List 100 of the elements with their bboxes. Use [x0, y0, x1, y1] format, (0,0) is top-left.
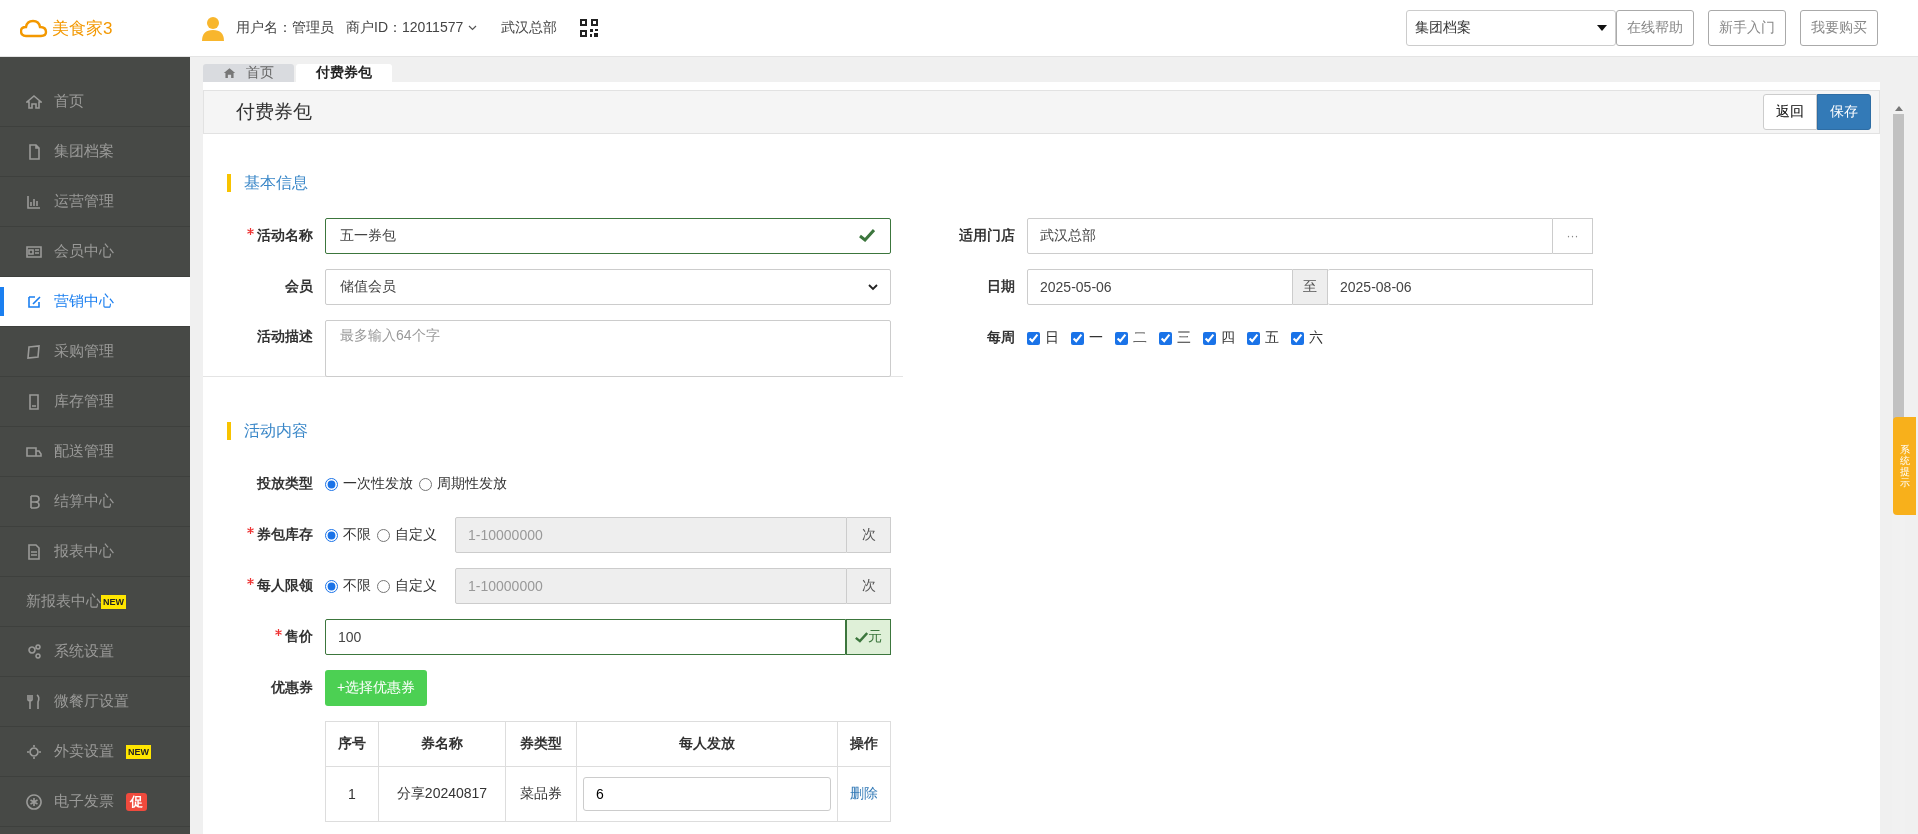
sidebar-item[interactable]: 系统设置 — [0, 627, 190, 677]
radio-label: 一次性发放 — [343, 475, 413, 493]
sidebar-label: 采购管理 — [54, 342, 114, 361]
header-button[interactable]: 在线帮助 — [1616, 10, 1694, 46]
section-heading: 基本信息 — [227, 174, 1880, 192]
table-cell: 1 — [325, 766, 379, 822]
tab[interactable]: 首页 — [203, 64, 294, 82]
sidebar-item[interactable]: 报表中心 — [0, 527, 190, 577]
sidebar-label: 新报表中心 — [26, 592, 101, 611]
select-coupon-button[interactable]: +选择优惠券 — [325, 670, 428, 706]
column-header: 券名称 — [378, 721, 506, 767]
section-heading: 活动内容 — [227, 422, 1880, 440]
sidebar-item[interactable]: 首页 — [0, 77, 190, 127]
end-date-input[interactable]: 2025-08-06 — [1328, 269, 1593, 305]
field-label: 售价 — [285, 628, 313, 646]
weekday-checkbox[interactable] — [1203, 331, 1216, 345]
document-icon — [26, 543, 42, 560]
sidebar-item[interactable]: 集团档案 — [0, 127, 190, 177]
table-cell: 分享20240817 — [378, 766, 506, 822]
weekday-label: 二 — [1133, 329, 1147, 347]
sidebar-item[interactable]: 外卖设置 NEW — [0, 727, 190, 777]
weekday-checkbox[interactable] — [1027, 331, 1040, 345]
chevron-down-icon — [868, 283, 878, 291]
weekday-label: 六 — [1309, 329, 1323, 347]
caret-down-icon — [1597, 25, 1607, 31]
unit-label: 次 — [847, 517, 891, 553]
column-header: 序号 — [325, 721, 379, 767]
merchant-id-dropdown[interactable]: 商户ID：12011577 — [346, 19, 478, 37]
archive-select[interactable]: 集团档案 — [1406, 10, 1616, 46]
weekday-label: 三 — [1177, 329, 1191, 347]
column-header: 每人发放 — [576, 721, 838, 767]
more-button[interactable]: ··· — [1553, 218, 1593, 254]
field-label: 日期 — [986, 278, 1015, 296]
name-input[interactable]: 五一券包 — [325, 218, 891, 254]
weekday-checkbox[interactable] — [1071, 331, 1084, 345]
save-button[interactable]: 保存 — [1817, 94, 1871, 130]
field-label: 每周 — [986, 329, 1015, 347]
edit-icon — [26, 293, 42, 310]
header-button[interactable]: 我要购买 — [1800, 10, 1878, 46]
scroll-up-arrow-icon[interactable] — [1894, 106, 1903, 111]
sidebar-item[interactable]: 电子发票 促 — [0, 777, 190, 827]
sidebar-item[interactable]: 运营管理 — [0, 177, 190, 227]
sidebar-label: 库存管理 — [54, 392, 114, 411]
store-input[interactable]: 武汉总部 — [1027, 218, 1553, 254]
sidebar-item[interactable]: 采购管理 — [0, 327, 190, 377]
radio-label: 自定义 — [395, 526, 437, 544]
weekday-label: 四 — [1221, 329, 1235, 347]
sidebar-label: 电子发票 — [54, 792, 114, 811]
weekday-label: 一 — [1089, 329, 1103, 347]
weekday-checkbox[interactable] — [1291, 331, 1304, 345]
id-card-icon — [26, 243, 42, 260]
start-date-input[interactable]: 2025-05-06 — [1027, 269, 1293, 305]
field-label: 每人限领 — [257, 577, 313, 595]
radio-button[interactable] — [325, 477, 338, 491]
tab[interactable]: 付费券包 — [296, 64, 392, 82]
sidebar-item[interactable]: 营销中心 — [0, 277, 190, 327]
sidebar-label: 营销中心 — [54, 292, 114, 311]
field-label: 活动描述 — [256, 327, 313, 346]
quantity-input[interactable]: 6 — [583, 777, 831, 811]
header-button[interactable]: 新手入门 — [1708, 10, 1786, 46]
qr-code-icon[interactable] — [579, 18, 600, 38]
badge: NEW — [101, 594, 126, 609]
user-avatar-icon — [200, 15, 226, 41]
delete-link[interactable]: 删除 — [850, 785, 878, 801]
sidebar-item[interactable]: 微餐厅设置 — [0, 677, 190, 727]
document-icon — [26, 143, 42, 160]
member-select[interactable]: 储值会员 — [325, 269, 891, 305]
badge: NEW — [126, 744, 151, 759]
chevron-down-icon — [468, 25, 478, 31]
field-label: 适用门店 — [958, 227, 1015, 245]
sidebar-item[interactable]: 新报表中心 NEW — [0, 577, 190, 627]
sidebar-item[interactable]: 配送管理 — [0, 427, 190, 477]
cloud-logo-icon — [20, 18, 48, 38]
sidebar-label: 报表中心 — [54, 542, 114, 561]
weekday-checkbox[interactable] — [1159, 331, 1172, 345]
sidebar-item[interactable]: 库存管理 — [0, 377, 190, 427]
field-label: 会员 — [284, 278, 313, 296]
user-name: 用户名：管理员 — [236, 19, 334, 37]
table-cell: 菜品券 — [505, 766, 577, 822]
weekday-label: 五 — [1265, 329, 1279, 347]
radio-label: 不限 — [343, 526, 371, 544]
radio-label: 周期性发放 — [437, 475, 507, 493]
price-input[interactable]: 100 — [325, 619, 846, 655]
field-label: 优惠券 — [270, 679, 313, 697]
column-header: 操作 — [837, 721, 891, 767]
unit-addon: 元 — [846, 619, 891, 655]
back-button[interactable]: 返回 — [1763, 94, 1817, 130]
home-icon — [223, 67, 236, 79]
radio-button[interactable] — [419, 477, 432, 491]
page-title: 付费券包 — [236, 100, 312, 124]
sidebar-label: 结算中心 — [54, 492, 114, 511]
sidebar-label: 运营管理 — [54, 192, 114, 211]
sidebar-item[interactable]: 结算中心 — [0, 477, 190, 527]
radio-label: 自定义 — [395, 577, 437, 595]
description-textarea[interactable]: 最多输入64个字 — [325, 320, 891, 377]
weekday-checkbox[interactable] — [1247, 331, 1260, 345]
sidebar-label: 集团档案 — [54, 142, 114, 161]
sidebar-label: 外卖设置 — [54, 742, 114, 761]
logo-text: 美食家3 — [52, 17, 113, 40]
weekday-checkbox[interactable] — [1115, 331, 1128, 345]
